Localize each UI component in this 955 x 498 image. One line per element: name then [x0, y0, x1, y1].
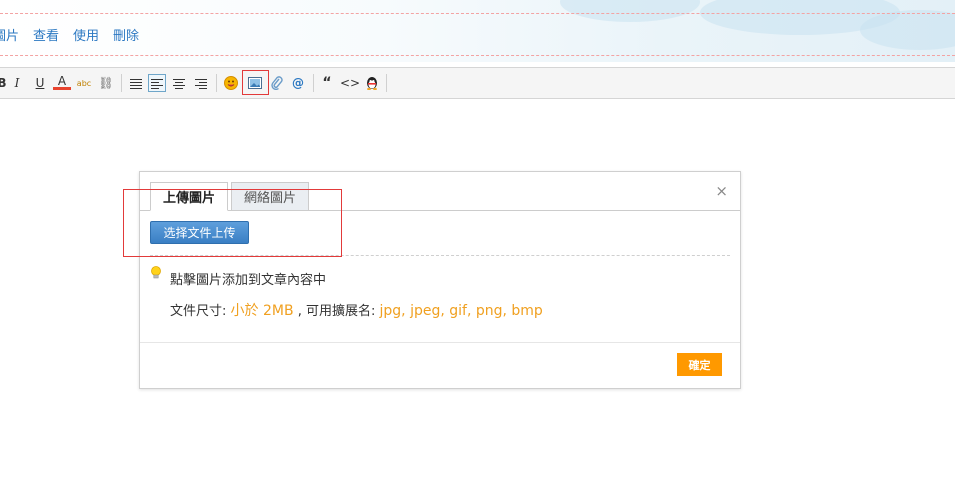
image-button-highlight	[242, 70, 269, 95]
link-button[interactable]: ⛓	[97, 74, 115, 92]
italic-button[interactable]: I	[8, 74, 26, 92]
file-extension-label: , 可用擴展名:	[297, 304, 376, 319]
toolbar-separator	[386, 74, 387, 92]
tab-upload-image[interactable]: 上傳圖片	[150, 182, 228, 211]
dialog-footer-divider	[140, 342, 740, 343]
confirm-button[interactable]: 確定	[677, 353, 722, 376]
upload-hint-text: 點擊圖片添加到文章內容中	[170, 273, 327, 288]
link-use[interactable]: 使用	[73, 25, 99, 45]
tab-web-image[interactable]: 網絡圖片	[231, 182, 309, 211]
image-upload-dialog: 上傳圖片 網絡圖片 × 选择文件上传 點擊圖片添加到文章內容中 文件尺寸: 小於…	[139, 171, 741, 389]
divider-dashed	[150, 255, 730, 256]
divider-dashed	[0, 55, 955, 56]
tabs-underline	[140, 210, 740, 211]
toolbar-separator	[216, 74, 217, 92]
align-right-button[interactable]	[192, 74, 210, 92]
paperclip-icon	[271, 76, 283, 90]
background-color-button[interactable]: abc	[75, 74, 93, 92]
align-center-button[interactable]	[170, 74, 188, 92]
file-size-value: 小於 2MB	[230, 303, 294, 319]
link-image[interactable]: 圖片	[0, 25, 19, 45]
attachment-button[interactable]	[268, 74, 286, 92]
editor-toolbar: B I U A abc ⛓ @ “ <>	[0, 67, 955, 99]
align-left-icon	[151, 78, 163, 89]
file-requirements: 文件尺寸: 小於 2MB , 可用擴展名: jpg, jpeg, gif, pn…	[170, 300, 543, 320]
close-icon[interactable]: ×	[715, 182, 728, 200]
toolbar-separator	[121, 74, 122, 92]
qq-penguin-icon	[367, 77, 377, 90]
file-extension-value: jpg, jpeg, gif, png, bmp	[379, 303, 543, 319]
justify-icon	[130, 78, 142, 89]
smiley-icon	[224, 76, 238, 90]
qq-button[interactable]	[363, 74, 381, 92]
align-center-icon	[173, 78, 185, 89]
align-left-button[interactable]	[148, 74, 166, 92]
at-mention-button[interactable]: @	[289, 74, 307, 92]
toolbar-separator	[313, 74, 314, 92]
choose-file-upload-button[interactable]: 选择文件上传	[150, 221, 249, 244]
font-color-button[interactable]: A	[53, 74, 71, 90]
divider-dashed	[0, 13, 955, 14]
align-right-icon	[195, 78, 207, 89]
emoji-button[interactable]	[222, 74, 240, 92]
file-size-label: 文件尺寸:	[170, 304, 227, 319]
underline-button[interactable]: U	[31, 74, 49, 92]
banner-cloud	[560, 0, 700, 22]
code-button[interactable]: <>	[340, 74, 360, 92]
image-action-links: 圖片 查看 使用 刪除	[0, 25, 153, 45]
justify-button[interactable]	[127, 74, 145, 92]
quote-button[interactable]: “	[318, 74, 336, 92]
banner-cloud	[860, 10, 955, 50]
lightbulb-icon	[151, 266, 161, 279]
link-view[interactable]: 查看	[33, 25, 59, 45]
link-delete[interactable]: 刪除	[113, 25, 139, 45]
